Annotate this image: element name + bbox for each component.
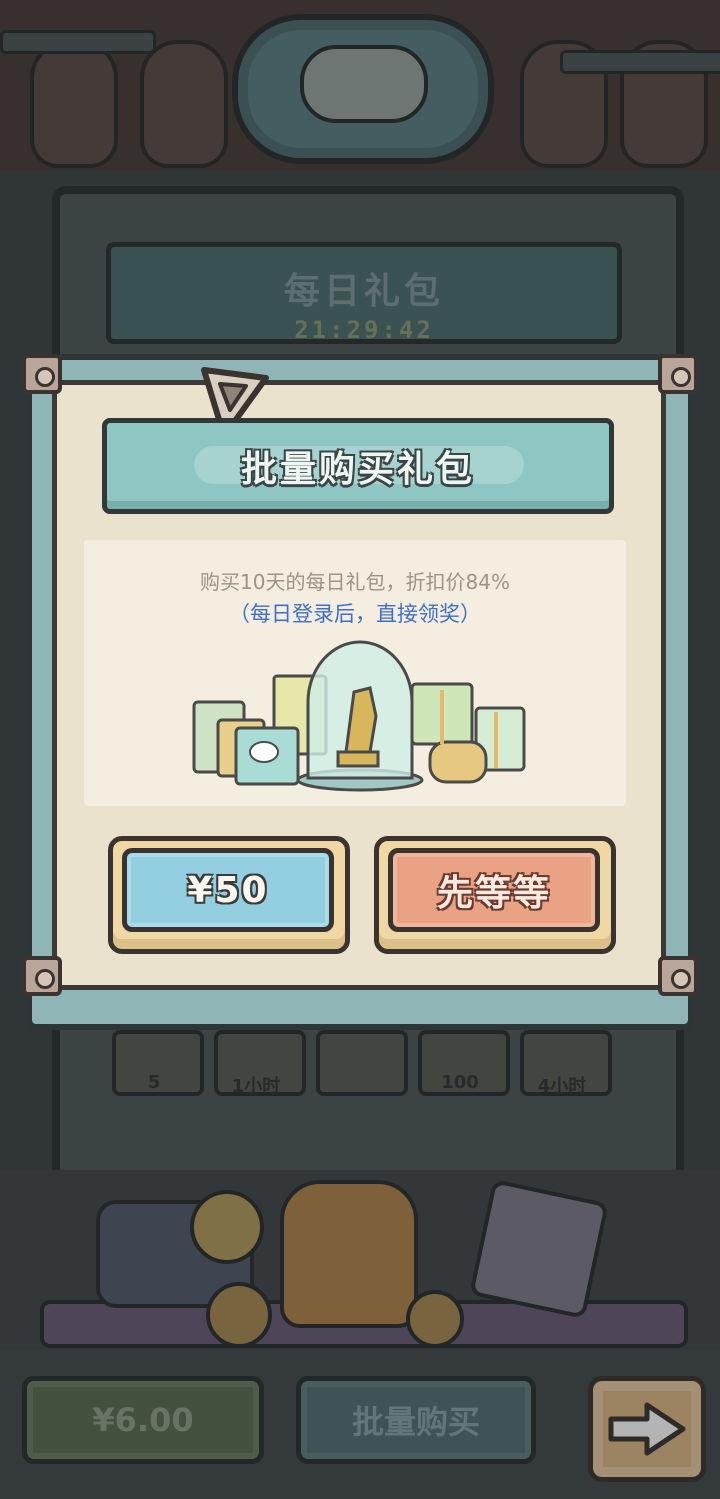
bolt-icon bbox=[658, 354, 698, 394]
buy-50-button[interactable]: ¥50 bbox=[122, 848, 334, 932]
offer-note: （每日登录后，直接领奖） bbox=[229, 602, 481, 626]
dialog-title: 批量购买礼包 bbox=[240, 449, 475, 490]
gift-pile-icon bbox=[192, 640, 526, 792]
bolt-icon bbox=[22, 354, 62, 394]
wait-button[interactable]: 先等等 bbox=[388, 848, 600, 932]
offer-description: 购买10天的每日礼包，折扣价84% bbox=[200, 570, 510, 594]
bolt-icon bbox=[658, 956, 698, 996]
bolt-icon bbox=[22, 956, 62, 996]
